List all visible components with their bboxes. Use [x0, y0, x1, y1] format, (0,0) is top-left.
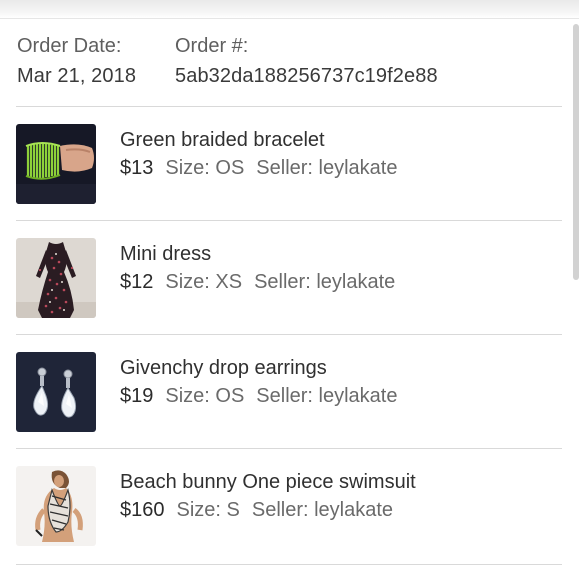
- order-date-value: Mar 21, 2018: [17, 65, 137, 87]
- scrollbar[interactable]: [573, 24, 579, 280]
- order-date-label: Order Date:: [17, 35, 122, 57]
- item-price: $12: [120, 271, 154, 293]
- item-seller: Seller: leylakate: [254, 271, 396, 293]
- item-thumbnail[interactable]: [16, 238, 96, 318]
- item-size: Size: OS: [165, 385, 245, 407]
- item-meta: $13 Size: OS Seller: leylakate: [120, 156, 397, 180]
- item-title[interactable]: Givenchy drop earrings: [120, 356, 327, 380]
- item-thumbnail[interactable]: [16, 352, 96, 432]
- item-title[interactable]: Beach bunny One piece swimsuit: [120, 470, 416, 494]
- order-summary: Order Date: Mar 21, 2018 Order #: 5ab32d…: [17, 34, 562, 106]
- order-item[interactable]: Beach bunny One piece swimsuit $160 Size:…: [16, 466, 562, 546]
- item-thumbnail[interactable]: [16, 466, 96, 546]
- order-item[interactable]: Givenchy drop earrings $19 Size: OS Seller…: [16, 352, 562, 432]
- item-size: Size: XS: [165, 271, 243, 293]
- item-title[interactable]: Mini dress: [120, 242, 211, 266]
- divider: [16, 220, 562, 221]
- divider: [16, 564, 562, 565]
- order-item[interactable]: Mini dress $12 Size: XS Seller: leylakate: [16, 238, 562, 318]
- item-seller: Seller: leylakate: [256, 385, 398, 407]
- item-size: Size: S: [176, 499, 240, 521]
- order-number-block: Order #: 5ab32da188256737c19f2e88: [175, 34, 438, 88]
- divider: [16, 448, 562, 449]
- item-title[interactable]: Green braided bracelet: [120, 128, 325, 152]
- top-bar-shadow: [0, 0, 579, 19]
- item-meta: $19 Size: OS Seller: leylakate: [120, 384, 397, 408]
- item-meta: $160 Size: S Seller: leylakate: [120, 498, 393, 522]
- item-meta: $12 Size: XS Seller: leylakate: [120, 270, 395, 294]
- item-seller: Seller: leylakate: [256, 157, 398, 179]
- order-item[interactable]: Green braided bracelet $13 Size: OS Seller…: [16, 124, 562, 204]
- item-price: $19: [120, 385, 154, 407]
- item-price: $13: [120, 157, 154, 179]
- item-size: Size: OS: [165, 157, 245, 179]
- divider: [16, 106, 562, 107]
- item-price: $160: [120, 499, 165, 521]
- order-number-value: 5ab32da188256737c19f2e88: [175, 65, 438, 87]
- item-thumbnail[interactable]: [16, 124, 96, 204]
- order-date-block: Order Date: Mar 21, 2018: [17, 34, 136, 88]
- item-seller: Seller: leylakate: [251, 499, 394, 521]
- order-number-label: Order #:: [175, 35, 249, 57]
- divider: [16, 334, 562, 335]
